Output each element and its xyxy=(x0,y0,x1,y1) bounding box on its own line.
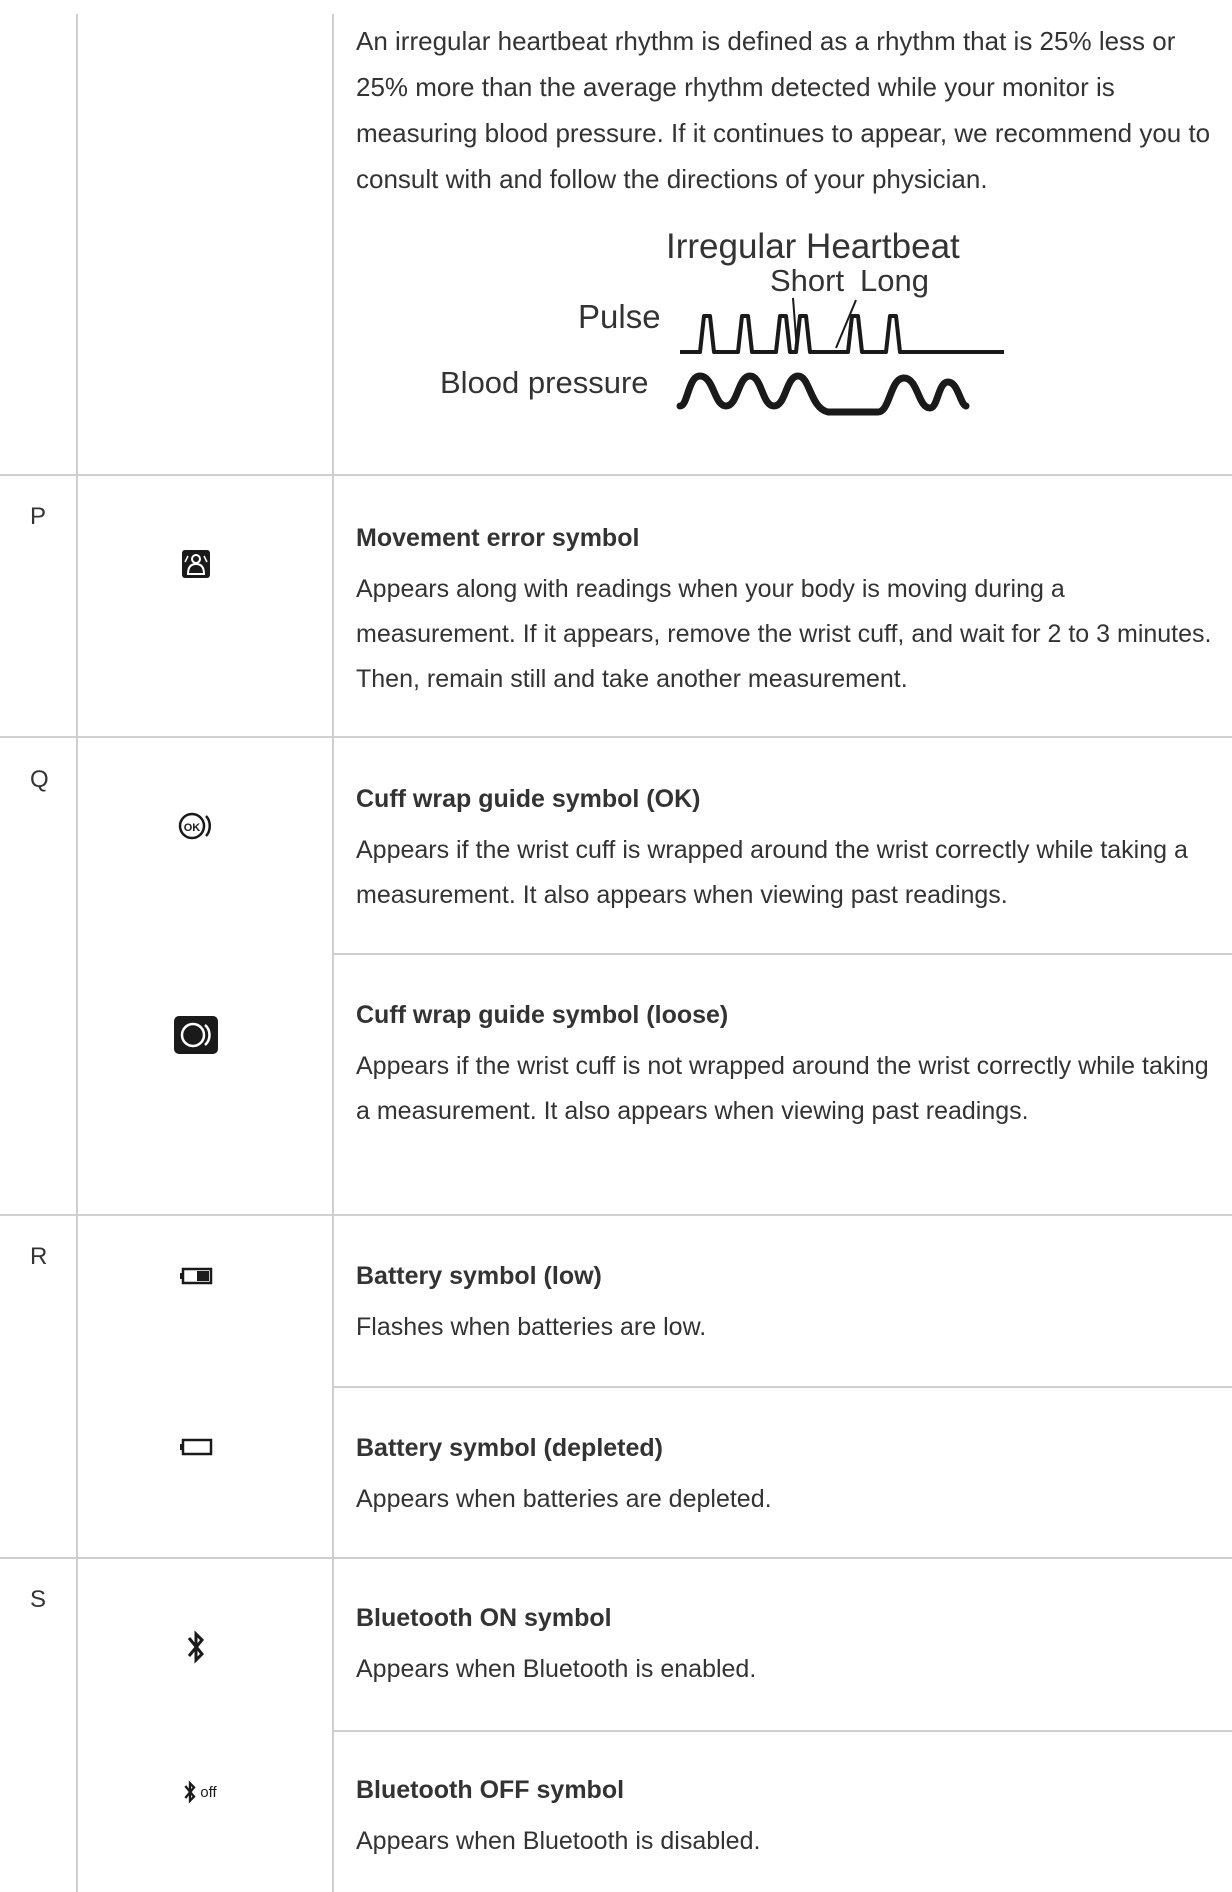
bluetooth-off-icon: off xyxy=(170,1774,230,1810)
table-border-left xyxy=(76,14,78,1892)
symbol-title: Bluetooth OFF symbol xyxy=(356,1776,625,1804)
row-divider xyxy=(333,1730,1232,1732)
symbol-title: Battery symbol (depleted) xyxy=(356,1434,664,1462)
diagram-short-label: Short xyxy=(770,263,844,298)
row-content: Movement error symbol Appears along with… xyxy=(356,523,1216,702)
symbol-description: Appears when Bluetooth is enabled. xyxy=(356,1655,757,1683)
movement-error-icon xyxy=(174,546,218,582)
symbol-description: Appears along with readings when your bo… xyxy=(356,575,1212,693)
row-divider xyxy=(333,1386,1232,1388)
symbol-description: Appears if the wrist cuff is wrapped aro… xyxy=(356,836,1188,909)
diagram-bp-label: Blood pressure xyxy=(440,365,649,400)
bluetooth-on-icon xyxy=(174,1629,218,1665)
svg-text:OK: OK xyxy=(184,822,201,834)
intro-section: An irregular heartbeat rhythm is defined… xyxy=(356,18,1216,202)
row-divider xyxy=(333,953,1232,955)
bluetooth-off-label: off xyxy=(200,1783,217,1801)
row-key: P xyxy=(30,503,47,530)
symbol-title: Cuff wrap guide symbol (OK) xyxy=(356,785,701,813)
symbol-description: Appears if the wrist cuff is not wrapped… xyxy=(356,1052,1209,1125)
diagram-title: Irregular Heartbeat xyxy=(666,228,960,266)
symbol-description: Flashes when batteries are low. xyxy=(356,1313,707,1341)
row-key: S xyxy=(30,1586,47,1613)
symbol-description: Appears when batteries are depleted. xyxy=(356,1485,772,1513)
row-key: Q xyxy=(30,766,49,793)
row-divider xyxy=(0,736,1232,738)
symbol-title: Battery symbol (low) xyxy=(356,1262,602,1290)
battery-low-icon xyxy=(174,1258,218,1294)
row-content: Bluetooth OFF symbol Appears when Blueto… xyxy=(356,1775,1216,1864)
blood-pressure-trace xyxy=(676,372,970,416)
row-divider xyxy=(0,1214,1232,1216)
symbol-title: Movement error symbol xyxy=(356,524,640,552)
row-divider xyxy=(0,474,1232,476)
symbol-title: Cuff wrap guide symbol (loose) xyxy=(356,1001,729,1029)
row-divider xyxy=(0,1557,1232,1559)
diagram-pulse-label: Pulse xyxy=(578,298,661,335)
row-content: Cuff wrap guide symbol (OK) Appears if t… xyxy=(356,784,1216,918)
short-pointer xyxy=(792,297,798,351)
symbol-title: Bluetooth ON symbol xyxy=(356,1604,612,1632)
irregular-heartbeat-diagram: Irregular Heartbeat Short Long Pulse Blo… xyxy=(440,228,1004,416)
symbol-description: Appears when Bluetooth is disabled. xyxy=(356,1827,761,1855)
row-content: Battery symbol (low) Flashes when batter… xyxy=(356,1261,1216,1350)
row-content: Bluetooth ON symbol Appears when Bluetoo… xyxy=(356,1603,1216,1692)
cuff-ok-icon: OK xyxy=(174,808,218,844)
cuff-loose-icon xyxy=(174,1016,218,1054)
intro-paragraph: An irregular heartbeat rhythm is defined… xyxy=(356,26,1211,194)
row-key: R xyxy=(30,1243,48,1270)
row-content: Battery symbol (depleted) Appears when b… xyxy=(356,1433,1216,1522)
row-content: Cuff wrap guide symbol (loose) Appears i… xyxy=(356,1000,1216,1134)
battery-depleted-icon xyxy=(174,1429,218,1465)
diagram-long-label: Long xyxy=(860,263,929,298)
